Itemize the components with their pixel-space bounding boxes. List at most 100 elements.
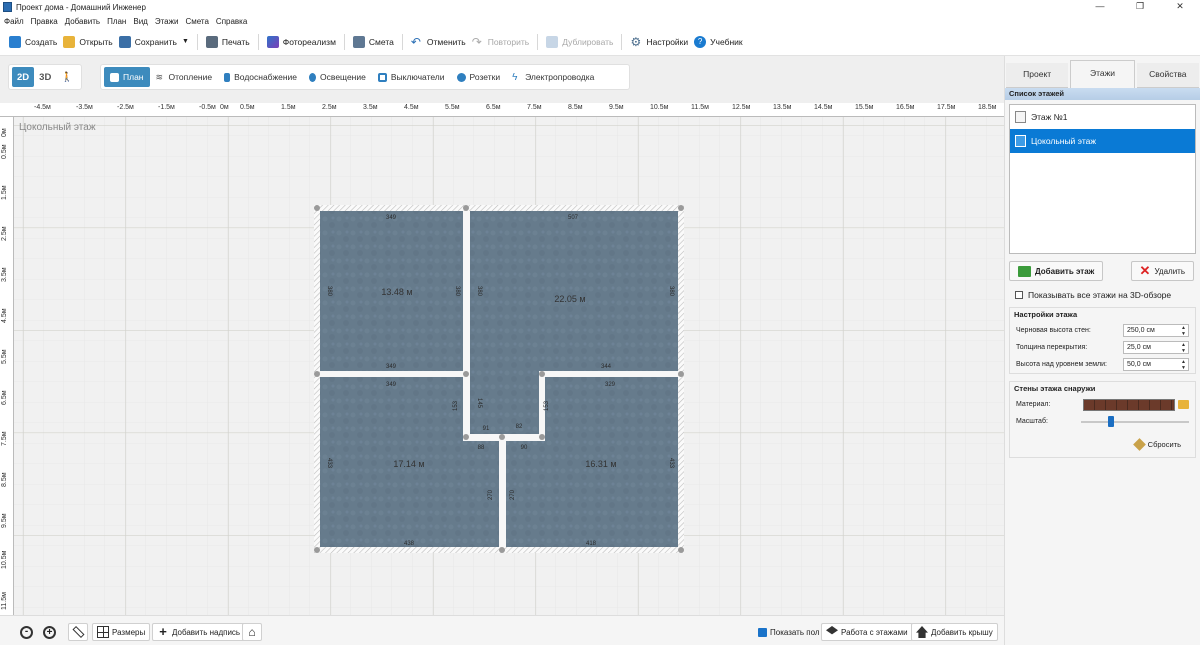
- undo-button[interactable]: ↶ Отменить: [408, 31, 469, 53]
- slab-thickness-row: Толщина перекрытия: 25,0 см ▲ ▼: [1010, 339, 1195, 356]
- add-label-button[interactable]: + Добавить надпись: [152, 623, 246, 641]
- estimate-button[interactable]: Смета: [350, 31, 397, 53]
- layer-wiring[interactable]: ϟ Электропроводка: [506, 67, 600, 87]
- title-bar: Проект дома - Домашний Инженер — ❐ ✕: [0, 0, 1200, 14]
- inner-wall[interactable]: [320, 371, 463, 377]
- dim-label: 349: [386, 364, 397, 370]
- layer-switches[interactable]: Выключатели: [372, 67, 451, 87]
- ruler-tick-label: -1.5м: [158, 104, 175, 111]
- ruler-tick-label: 18.5м: [978, 104, 997, 111]
- ground-height-input[interactable]: 50,0 см ▲ ▼: [1123, 358, 1189, 371]
- menu-view[interactable]: Вид: [133, 17, 147, 26]
- toolbar-divider: [257, 33, 259, 50]
- slab-thickness-input[interactable]: 25,0 см ▲ ▼: [1123, 341, 1189, 354]
- ruler-tick-label: 8.5м: [568, 104, 583, 111]
- menu-add[interactable]: Добавить: [65, 17, 100, 26]
- spinner-arrows-icon[interactable]: ▲ ▼: [1181, 325, 1186, 337]
- floor-item-selected[interactable]: Цокольный этаж: [1010, 129, 1195, 153]
- tab-floors[interactable]: Этажи: [1070, 60, 1135, 88]
- printer-icon: [205, 35, 218, 48]
- layer-water[interactable]: Водоснабжение: [218, 67, 303, 87]
- save-dropdown-icon[interactable]: ▼: [182, 38, 189, 45]
- duplicate-button[interactable]: Дублировать: [543, 31, 616, 53]
- slider-thumb[interactable]: [1108, 415, 1114, 427]
- reset-button[interactable]: Сбросить: [1132, 438, 1181, 451]
- scale-row: Масштаб:: [1010, 413, 1195, 430]
- menu-estimate[interactable]: Смета: [185, 17, 208, 26]
- tab-project[interactable]: Проект: [1006, 63, 1069, 88]
- layer-heating[interactable]: ≋ Отопление: [150, 67, 219, 87]
- add-roof-button[interactable]: Добавить крышу: [911, 623, 998, 641]
- scale-slider[interactable]: [1081, 415, 1189, 428]
- minimize-button[interactable]: —: [1080, 0, 1120, 14]
- print-button[interactable]: Печать: [203, 31, 253, 53]
- zoom-in-icon: +: [43, 625, 56, 639]
- floppy-icon: [118, 35, 131, 48]
- close-button[interactable]: ✕: [1160, 0, 1200, 14]
- lightning-icon: ϟ: [512, 71, 518, 83]
- show-all-floors-checkbox[interactable]: Показывать все этажи на 3D-обзоре: [1015, 290, 1200, 300]
- outer-walls-panel: Стены этажа снаружи Материал: Масштаб: С…: [1009, 381, 1196, 458]
- layer-sockets[interactable]: Розетки: [451, 67, 507, 87]
- save-button[interactable]: Сохранить ▼: [116, 31, 192, 53]
- redo-button[interactable]: ↷ Повторить: [469, 31, 533, 53]
- roof-icon: [916, 626, 928, 638]
- create-button[interactable]: Создать: [6, 31, 60, 53]
- spinner-arrows-icon[interactable]: ▲ ▼: [1181, 359, 1186, 371]
- photorealism-button[interactable]: Фотореализм: [264, 31, 339, 53]
- main-toolbar: Создать Открыть Сохранить ▼ Печать Фоторе…: [0, 28, 1200, 56]
- plus-icon: +: [159, 624, 167, 639]
- dim-label: 380: [326, 286, 332, 297]
- delete-floor-button[interactable]: ✕ Удалить: [1130, 261, 1194, 281]
- add-floor-button[interactable]: Добавить этаж: [1009, 261, 1104, 281]
- ruler-tick-label: 11.5м: [691, 104, 709, 111]
- faucet-icon: [224, 72, 231, 82]
- settings-button[interactable]: ⚙ Настройки: [627, 31, 691, 53]
- layer-plan[interactable]: План: [104, 67, 150, 87]
- checkbox-icon: [1015, 291, 1023, 299]
- inner-wall[interactable]: [539, 371, 678, 377]
- sizes-button[interactable]: Размеры: [92, 623, 151, 641]
- window-title: Проект дома - Домашний Инженер: [16, 2, 146, 12]
- show-floor-toggle[interactable]: Показать пол: [754, 623, 824, 641]
- help-icon: ?: [694, 35, 707, 48]
- ruler-tool-button[interactable]: [68, 623, 88, 641]
- mode-2d-button[interactable]: 2D: [12, 67, 35, 87]
- floor-item[interactable]: Этаж №1: [1010, 105, 1195, 129]
- menu-edit[interactable]: Правка: [31, 17, 58, 26]
- walk-mode-icon[interactable]: 🚶: [56, 67, 78, 87]
- inner-wall[interactable]: [463, 211, 470, 441]
- menu-help[interactable]: Справка: [216, 17, 247, 26]
- floor-plan-drawing[interactable]: 13.48 м 22.05 м 17.14 м 16.31 м 349 349 …: [0, 103, 1004, 615]
- floors-work-button[interactable]: Работа с этажами: [821, 623, 913, 641]
- maximize-button[interactable]: ❐: [1120, 0, 1160, 14]
- brick-material-swatch[interactable]: [1083, 398, 1175, 411]
- toolbar-divider: [401, 33, 403, 50]
- room-4-area: 16.31 м: [585, 459, 616, 469]
- dim-label: 270: [488, 489, 494, 500]
- zoom-in-button[interactable]: +: [43, 623, 59, 641]
- wall-height-input[interactable]: 250,0 см ▲ ▼: [1123, 324, 1189, 337]
- tutorial-button[interactable]: ? Учебник: [691, 31, 746, 53]
- bottom-toolbar: - + Размеры + Добавить надпись ⌂ Показать…: [0, 615, 1004, 645]
- folder-icon[interactable]: [1178, 400, 1189, 409]
- home-button[interactable]: ⌂: [242, 623, 262, 641]
- zoom-out-button[interactable]: -: [20, 623, 36, 641]
- inner-wall[interactable]: [499, 441, 506, 547]
- dim-label: 91: [483, 426, 490, 432]
- calculator-icon: [352, 35, 365, 48]
- mode-3d-button[interactable]: 3D: [34, 67, 56, 87]
- toolbar-divider: [621, 33, 623, 50]
- ruler-tick-label: 0.5м: [1, 144, 8, 159]
- toolbar-divider: [343, 33, 345, 50]
- open-button[interactable]: Открыть: [60, 31, 115, 53]
- floor-actions: Добавить этаж ✕ Удалить: [1009, 261, 1194, 281]
- spinner-arrows-icon[interactable]: ▲ ▼: [1181, 342, 1186, 354]
- plan-canvas[interactable]: 13.48 м 22.05 м 17.14 м 16.31 м 349 349 …: [0, 103, 1004, 615]
- menu-plan[interactable]: План: [107, 17, 126, 26]
- menu-floors[interactable]: Этажи: [155, 17, 179, 26]
- menu-file[interactable]: Файл: [4, 17, 24, 26]
- tab-properties[interactable]: Свойства: [1136, 63, 1199, 88]
- layer-lighting[interactable]: Освещение: [303, 67, 372, 87]
- dim-label: 438: [404, 541, 415, 547]
